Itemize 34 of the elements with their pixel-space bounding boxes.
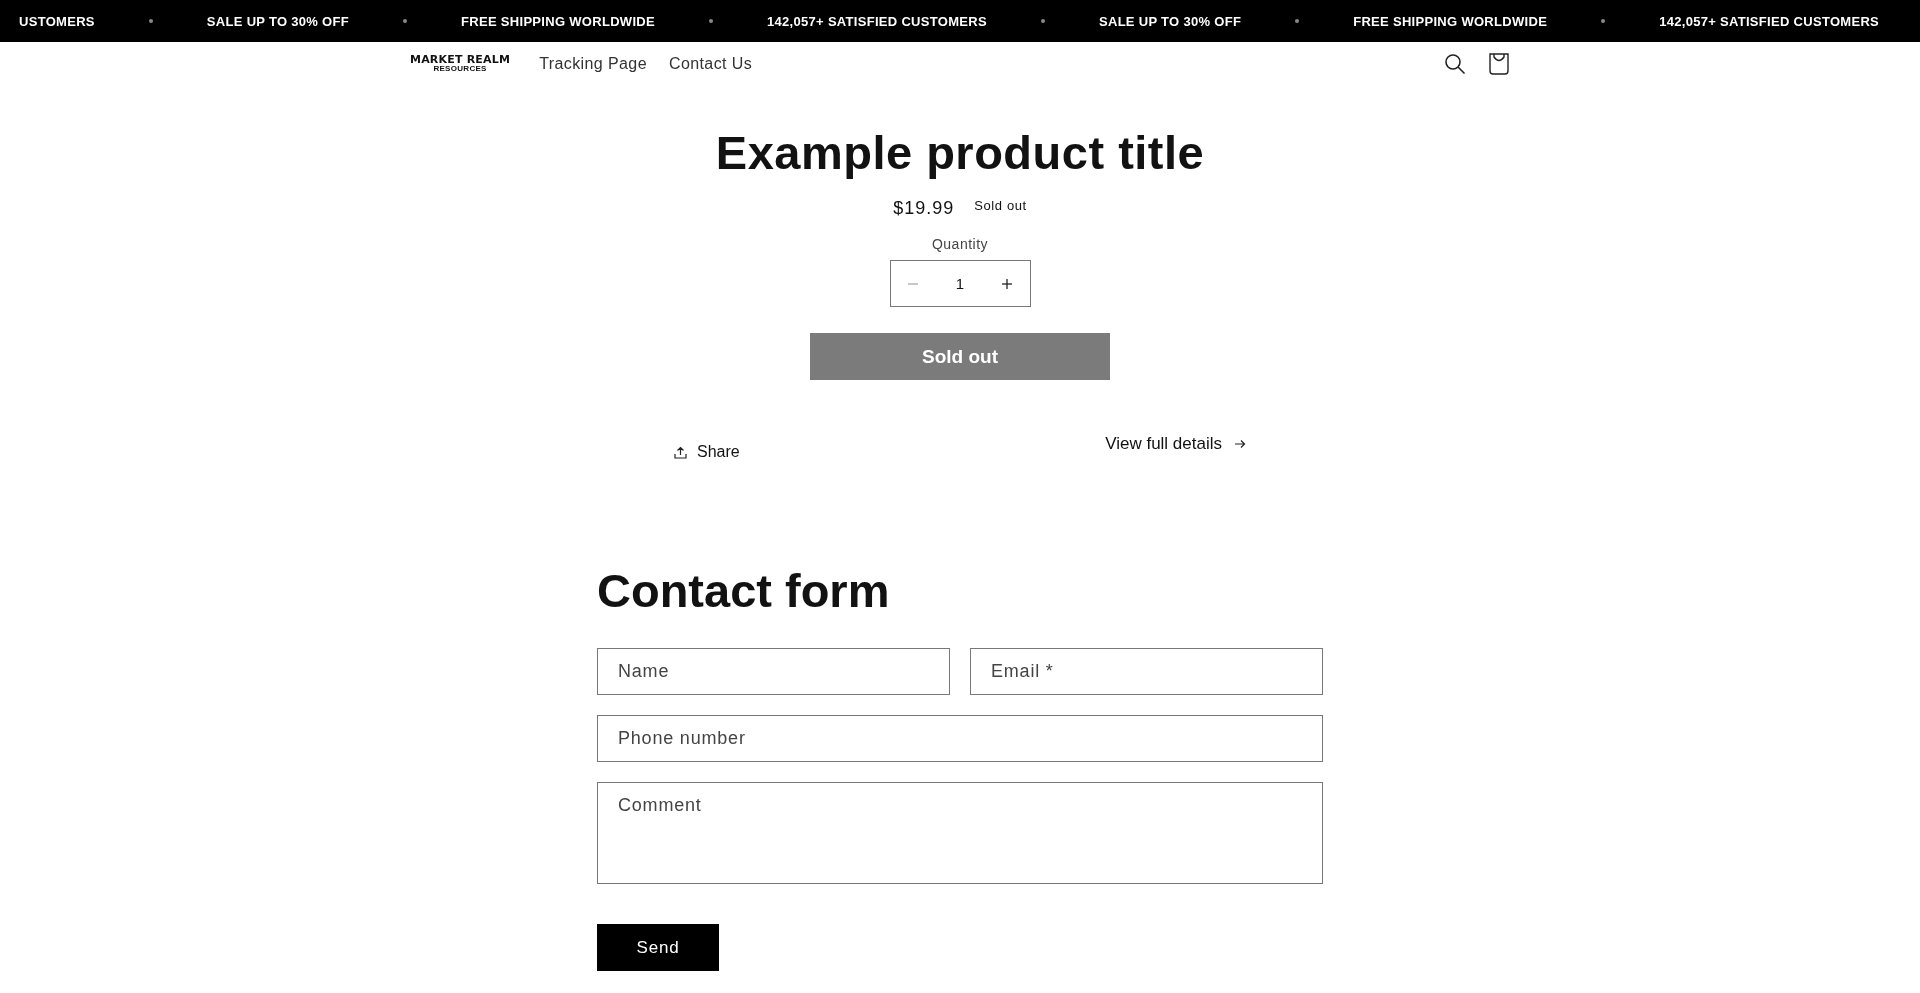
share-button[interactable]: Share xyxy=(674,443,740,461)
product-title: Example product title xyxy=(715,125,1205,180)
announcement-text: SALE UP TO 30% OFF xyxy=(206,13,350,29)
separator-dot xyxy=(1601,19,1606,23)
quantity-label: Quantity xyxy=(931,236,989,252)
comment-field[interactable]: Comment xyxy=(597,782,1323,884)
arrow-icon xyxy=(1234,439,1246,449)
separator-dot xyxy=(403,19,408,23)
contact-form-title: Contact form xyxy=(597,563,891,618)
plus-icon xyxy=(1001,277,1013,290)
announcement-text: 142,057+ SATISFIED CUSTOMERS xyxy=(767,13,987,29)
price: $19.99 xyxy=(893,198,955,219)
announcement-text: FREE SHIPPING WORLDWIDE xyxy=(1353,13,1548,29)
input-field[interactable]: Phone number xyxy=(597,715,1323,762)
announcement-text: SALE UP TO 30% OFF xyxy=(1098,13,1242,29)
separator-dot xyxy=(709,19,713,23)
search-icon[interactable] xyxy=(1444,52,1466,75)
quantity-value[interactable]: 1 xyxy=(955,275,965,292)
announcement-text: FREE SHIPPING WORLDWIDE xyxy=(461,13,655,29)
nav-link[interactable]: Tracking Page xyxy=(539,54,647,73)
nav-link[interactable]: Contact Us xyxy=(668,54,753,73)
input-field[interactable]: Name xyxy=(597,648,950,695)
stock-status-label: Sold out xyxy=(974,198,1027,213)
logo[interactable]: MARKET REALM RESOURCES xyxy=(410,54,511,73)
view-details-link[interactable]: View full details xyxy=(1105,434,1246,454)
bag-icon[interactable] xyxy=(1488,51,1510,76)
separator-dot xyxy=(148,19,153,23)
separator-dot xyxy=(1040,19,1045,23)
separator-dot xyxy=(1295,19,1300,23)
announcement-text: 142,057+ SATISFIED CUSTOMERS xyxy=(1659,13,1880,29)
send-button[interactable]: Send xyxy=(597,924,719,971)
share-icon xyxy=(674,445,687,459)
input-field[interactable]: Email * xyxy=(970,648,1323,695)
announcement-text: USTOMERS xyxy=(19,13,95,29)
